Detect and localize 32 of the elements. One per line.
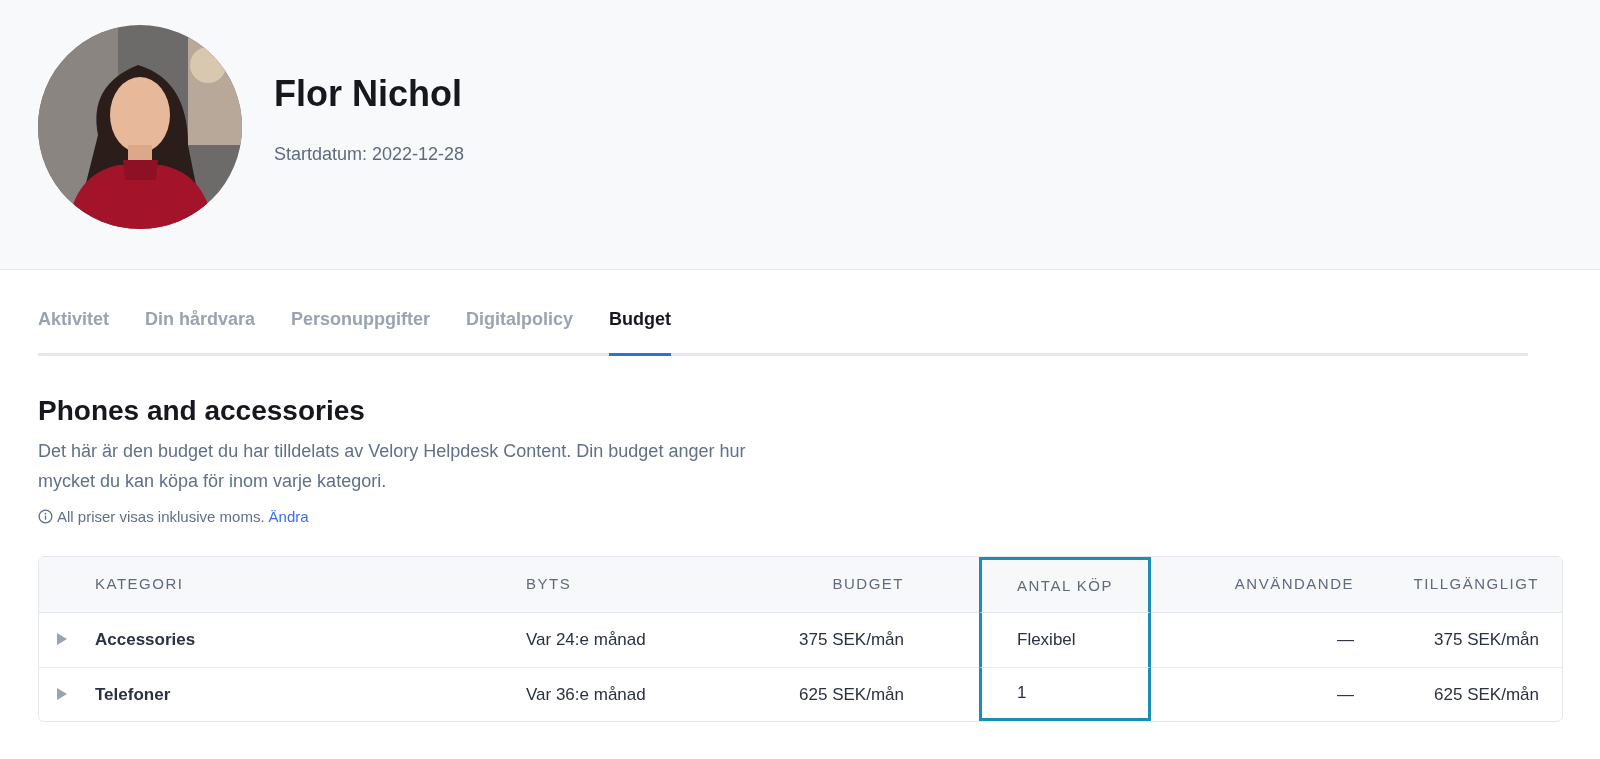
table-cell: Var 24:e månad xyxy=(526,630,646,650)
table-cell: 625 SEK/mån xyxy=(1434,684,1539,704)
table-cell: — xyxy=(1337,630,1354,650)
column-header: TILLGÄNGLIGT xyxy=(1413,575,1539,593)
column-header: ANTAL KÖP xyxy=(1017,576,1114,594)
caret-icon[interactable] xyxy=(57,687,67,700)
section-title: Phones and accessories xyxy=(38,394,366,428)
table-cell: — xyxy=(1337,684,1354,704)
table-cell: Flexibel xyxy=(1017,630,1076,650)
tab[interactable]: Digitalpolicy xyxy=(466,306,574,356)
table-cell: Telefoner xyxy=(95,684,171,704)
table-cell: 375 SEK/mån xyxy=(1434,630,1539,650)
vat-note: All priser visas inklusive moms. xyxy=(57,506,265,527)
column-header: BYTS xyxy=(526,575,572,593)
column-header: BUDGET xyxy=(832,575,904,593)
table-cell: 1 xyxy=(1017,683,1027,703)
tab[interactable]: Personuppgifter xyxy=(291,306,431,356)
tab[interactable]: Din hårdvara xyxy=(145,306,256,356)
table-cell: Accessories xyxy=(95,630,196,650)
tab[interactable]: Aktivitet xyxy=(38,306,109,356)
table-cell: 625 SEK/mån xyxy=(799,684,904,704)
tab[interactable]: Budget xyxy=(609,306,672,356)
caret-icon[interactable] xyxy=(57,633,67,646)
table-cell: Var 36:e månad xyxy=(526,684,646,704)
start-date: Startdatum: 2022-12-28 xyxy=(274,143,465,167)
profile-name: Flor Nichol xyxy=(274,72,463,116)
info-icon xyxy=(38,509,53,525)
change-link[interactable]: Ändra xyxy=(268,505,309,529)
section-description: Det här är den budget du har tilldelats av Velory Helpdesk Content. Din budget anger hur mycket du kan köpa för inom varje kategori. xyxy=(38,439,747,493)
column-header: ANVÄNDANDE xyxy=(1234,575,1354,593)
table-cell: 375 SEK/mån xyxy=(799,630,904,650)
column-header: KATEGORI xyxy=(95,575,184,593)
